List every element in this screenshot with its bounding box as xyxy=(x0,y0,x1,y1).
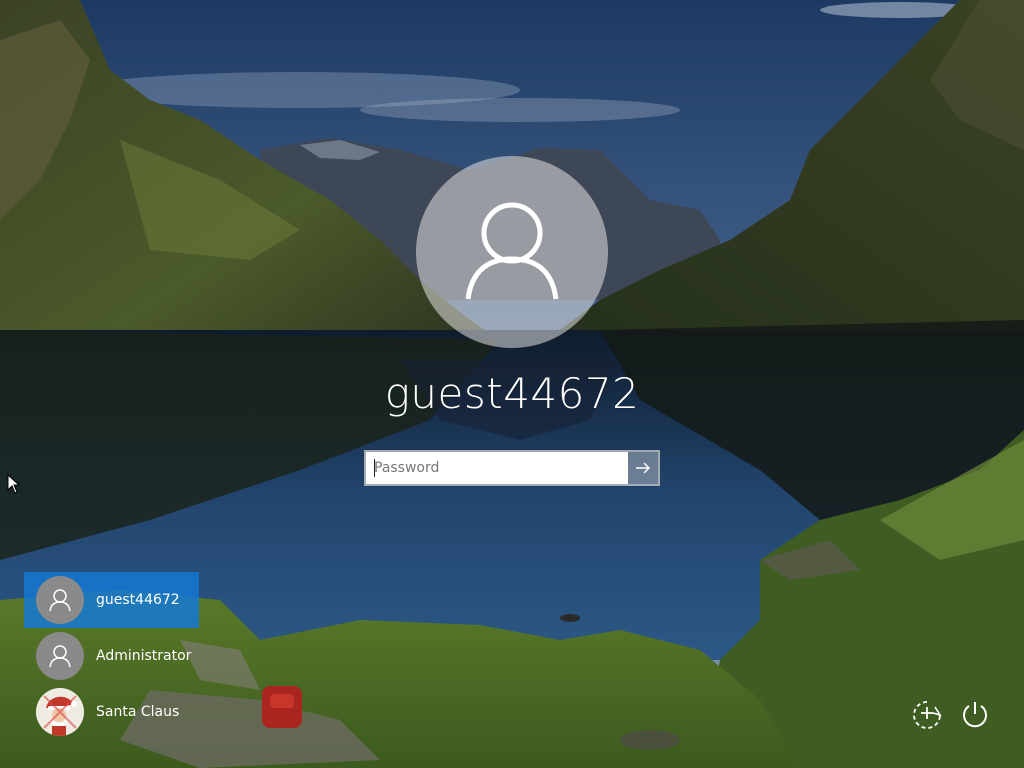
user-icon xyxy=(465,202,559,300)
user-item-administrator[interactable]: Administrator xyxy=(24,628,200,684)
user-item-label: Administrator xyxy=(96,648,192,664)
user-item-guest[interactable]: guest44672 xyxy=(24,572,199,628)
arrow-right-icon xyxy=(636,462,650,474)
power-button[interactable] xyxy=(954,694,996,736)
password-field-wrapper xyxy=(364,450,660,486)
user-item-santa-claus[interactable]: Santa Claus xyxy=(24,684,200,740)
ease-of-access-button[interactable] xyxy=(906,694,948,736)
ease-of-access-icon xyxy=(913,701,942,729)
power-icon xyxy=(963,702,987,728)
user-switcher-list: guest44672 Administrator Santa Claus xyxy=(24,572,200,740)
user-item-label: guest44672 xyxy=(96,592,180,608)
santa-claus-picture xyxy=(36,688,84,736)
avatar xyxy=(36,576,84,624)
user-icon xyxy=(49,645,71,668)
mouse-cursor-icon xyxy=(7,474,21,494)
avatar xyxy=(36,632,84,680)
submit-arrow-button[interactable] xyxy=(628,452,658,484)
current-username: guest44672 xyxy=(384,369,640,418)
santa-avatar xyxy=(36,688,84,736)
user-avatar-large xyxy=(416,156,608,348)
user-icon xyxy=(49,589,71,612)
user-item-label: Santa Claus xyxy=(96,704,180,720)
password-input[interactable] xyxy=(366,452,628,484)
text-caret xyxy=(374,459,375,477)
